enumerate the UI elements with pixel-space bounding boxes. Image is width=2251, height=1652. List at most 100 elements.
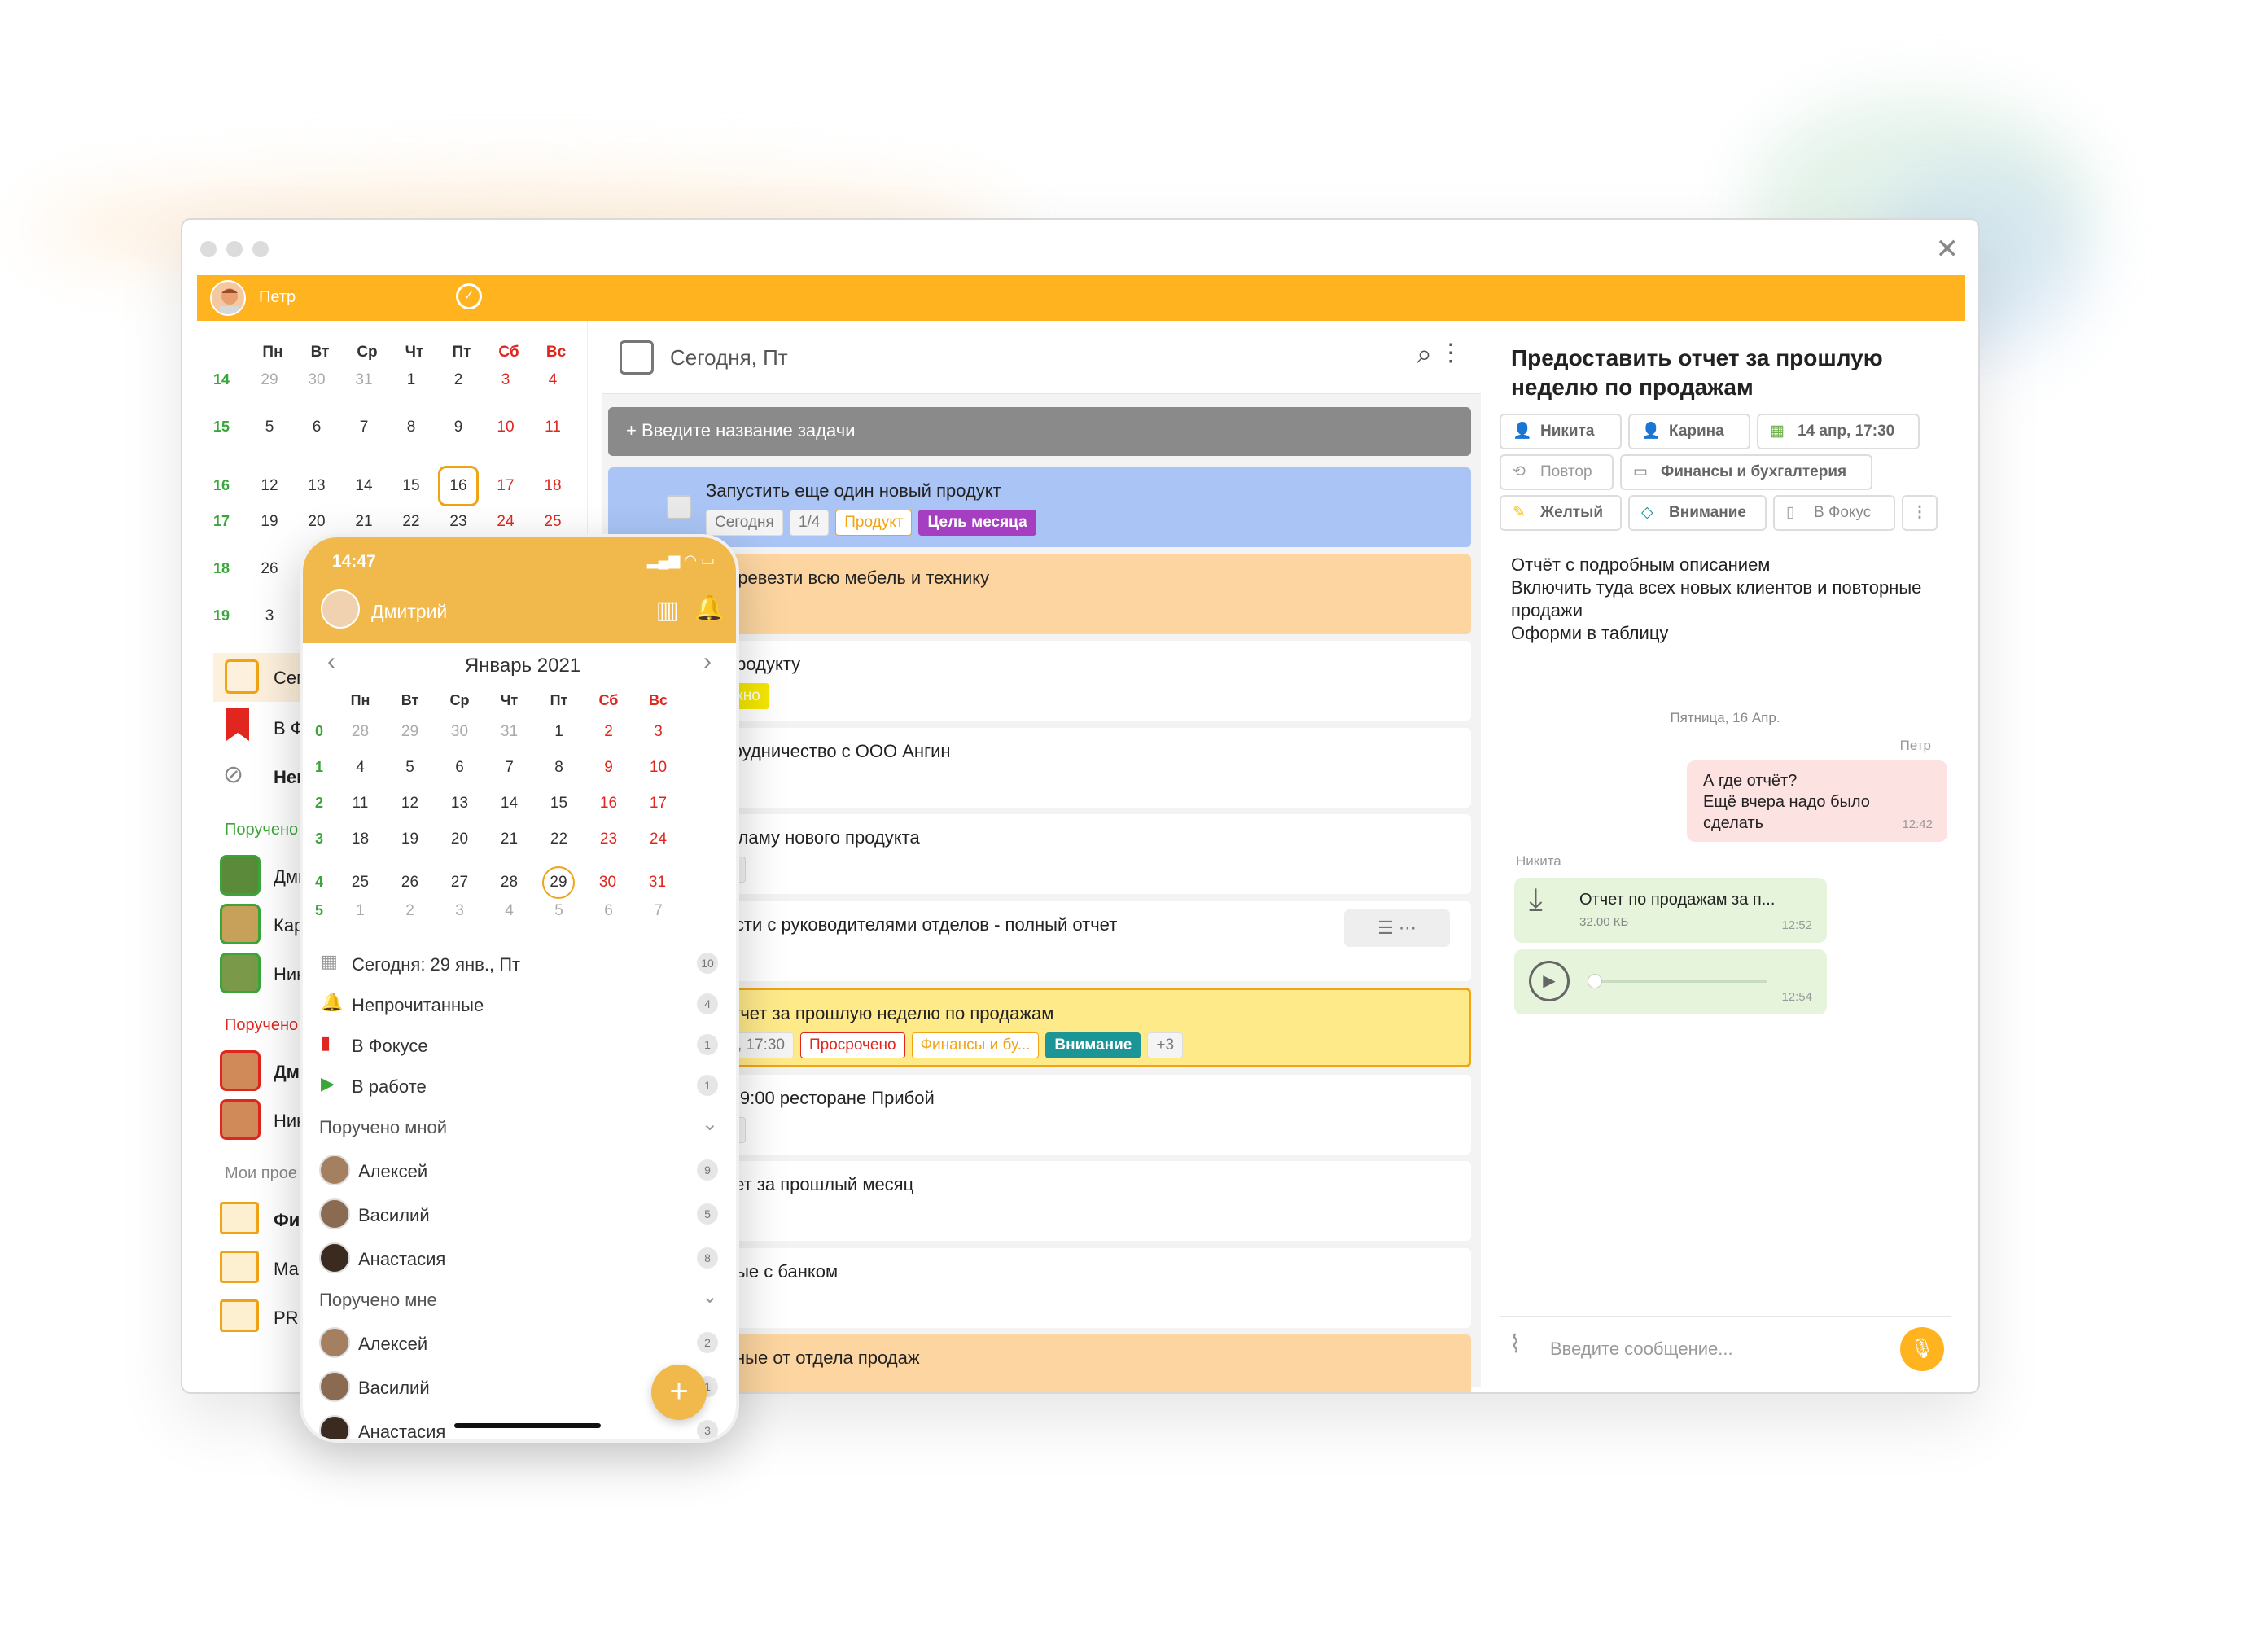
play-icon[interactable]: ▶	[1529, 961, 1570, 1001]
calendar-day[interactable]: 31	[484, 723, 534, 741]
calendar-day[interactable]: 26	[385, 874, 435, 892]
bell-icon[interactable]: 🔔	[694, 594, 725, 623]
more-icon[interactable]: ⋮	[1439, 339, 1463, 367]
chart-icon[interactable]: ▥	[656, 596, 679, 624]
project-chip[interactable]: ▭ Финансы и бухгалтерия	[1620, 454, 1872, 490]
window-dot[interactable]	[200, 241, 217, 257]
calendar-day[interactable]: 16	[584, 795, 633, 813]
calendar-day[interactable]: 25	[529, 513, 576, 531]
window-dot[interactable]	[252, 241, 269, 257]
calendar-day[interactable]: 4	[529, 371, 576, 389]
calendar-day[interactable]: 19	[246, 513, 293, 531]
calendar-day[interactable]: 12	[246, 477, 293, 495]
calendar-day[interactable]: 15	[534, 795, 584, 813]
focus-chip[interactable]: ▯ В Фокус	[1773, 495, 1895, 531]
attach-icon[interactable]: ⌇	[1509, 1330, 1522, 1359]
calendar-day[interactable]: 18	[335, 830, 385, 848]
close-icon[interactable]: ✕	[1936, 233, 1960, 265]
calendar-day[interactable]: 13	[435, 795, 484, 813]
mobile-person-item[interactable]: Алексей 9	[319, 1151, 726, 1192]
calendar-day[interactable]: 3	[633, 723, 683, 741]
calendar-day[interactable]: 20	[435, 830, 484, 848]
calendar-day[interactable]: 2	[584, 723, 633, 741]
mobile-list-item[interactable]: ▮ В Фокусе 1	[319, 1026, 726, 1067]
repeat-chip[interactable]: ⟲ Повтор	[1500, 454, 1614, 490]
calendar-day[interactable]: 4	[335, 759, 385, 777]
calendar-day[interactable]: 3	[435, 902, 484, 920]
download-icon[interactable]: ⤓	[1529, 884, 1543, 915]
task-actions[interactable]: ☰ ⋯	[1344, 909, 1450, 947]
calendar-day[interactable]: 19	[385, 830, 435, 848]
chevron-down-icon[interactable]: ⌄	[702, 1285, 718, 1308]
calendar-day[interactable]: 22	[534, 830, 584, 848]
calendar-day[interactable]: 8	[388, 418, 435, 436]
section-header[interactable]: Поручено мной ⌄	[319, 1107, 726, 1148]
calendar-day[interactable]: 1	[335, 902, 385, 920]
chevron-down-icon[interactable]: ⌄	[702, 1112, 718, 1136]
calendar-day[interactable]: 6	[584, 902, 633, 920]
mobile-person-item[interactable]: Алексей 2	[319, 1324, 726, 1365]
audio-scrubber[interactable]	[1588, 974, 1602, 988]
calendar-day[interactable]: 7	[340, 418, 388, 436]
mobile-list-item[interactable]: ▶ В работе 1	[319, 1067, 726, 1107]
calendar-day[interactable]: 7	[484, 759, 534, 777]
sync-icon[interactable]: ✓	[456, 283, 482, 309]
tag-chip[interactable]: ◇ Внимание	[1628, 495, 1767, 531]
avatar[interactable]	[210, 280, 246, 316]
calendar-day[interactable]: 29	[385, 723, 435, 741]
calendar-day[interactable]: 1	[534, 723, 584, 741]
add-button[interactable]: +	[651, 1365, 707, 1420]
calendar-day[interactable]: 17	[633, 795, 683, 813]
window-dot[interactable]	[226, 241, 243, 257]
calendar-day[interactable]: 24	[633, 830, 683, 848]
audio-message[interactable]: ▶ 12:54	[1514, 949, 1827, 1014]
assignee-chip[interactable]: 👤 Никита	[1500, 414, 1622, 449]
calendar-day[interactable]: 1	[388, 371, 435, 389]
calendar-day[interactable]: 5	[385, 759, 435, 777]
search-icon[interactable]: ⌕	[1417, 339, 1432, 370]
calendar-day[interactable]: 6	[435, 759, 484, 777]
calendar-day[interactable]: 20	[293, 513, 340, 531]
calendar-day[interactable]: 11	[335, 795, 385, 813]
calendar-day[interactable]: 21	[340, 513, 388, 531]
calendar-day[interactable]: 13	[293, 477, 340, 495]
calendar-day[interactable]: 22	[388, 513, 435, 531]
calendar-day[interactable]: 9	[435, 418, 482, 436]
message-input[interactable]: Введите сообщение...	[1550, 1339, 1733, 1360]
color-chip[interactable]: ✎ Желтый	[1500, 495, 1622, 531]
calendar-day[interactable]: 3	[482, 371, 529, 389]
calendar-day[interactable]: 27	[435, 874, 484, 892]
calendar-day[interactable]: 12	[385, 795, 435, 813]
calendar-day[interactable]: 21	[484, 830, 534, 848]
calendar-day[interactable]: 3	[246, 607, 293, 625]
calendar-day[interactable]: 7	[633, 902, 683, 920]
new-task-input[interactable]: + Введите название задачи	[608, 407, 1471, 456]
calendar-day[interactable]: 30	[583, 874, 633, 892]
mobile-person-item[interactable]: Василий 5	[319, 1195, 726, 1236]
calendar-day[interactable]: 5	[246, 418, 293, 436]
calendar-day[interactable]: 24	[482, 513, 529, 531]
task-row[interactable]: Запустить еще один новый продукт Сегодня 1…	[608, 467, 1471, 547]
author-chip[interactable]: 👤 Карина	[1628, 414, 1750, 449]
file-message[interactable]: ⤓ Отчет по продажам за п... 32.00 КБ 12:…	[1514, 878, 1827, 943]
calendar-day[interactable]: 30	[293, 371, 340, 389]
section-header[interactable]: Поручено мне ⌄	[319, 1280, 726, 1321]
more-options-button[interactable]: ⋮	[1902, 495, 1938, 531]
calendar-day[interactable]: 10	[482, 418, 529, 436]
calendar-day[interactable]: 31	[633, 874, 682, 892]
calendar-day[interactable]: 18	[529, 477, 576, 495]
calendar-day[interactable]: 4	[484, 902, 534, 920]
calendar-day[interactable]: 11	[529, 418, 576, 436]
calendar-day[interactable]: 23	[435, 513, 482, 531]
calendar-day[interactable]: 2	[385, 902, 435, 920]
microphone-icon[interactable]: 🎙	[1900, 1327, 1944, 1371]
calendar-day[interactable]: 23	[584, 830, 633, 848]
calendar-day[interactable]: 28	[484, 874, 534, 892]
calendar-day[interactable]: 9	[584, 759, 633, 777]
calendar-day[interactable]: 29	[246, 371, 293, 389]
calendar-day[interactable]: 14	[340, 477, 388, 495]
avatar[interactable]	[321, 589, 360, 629]
calendar-day[interactable]: 14	[484, 795, 534, 813]
calendar-day[interactable]: 10	[633, 759, 683, 777]
calendar-day[interactable]: 5	[534, 902, 584, 920]
